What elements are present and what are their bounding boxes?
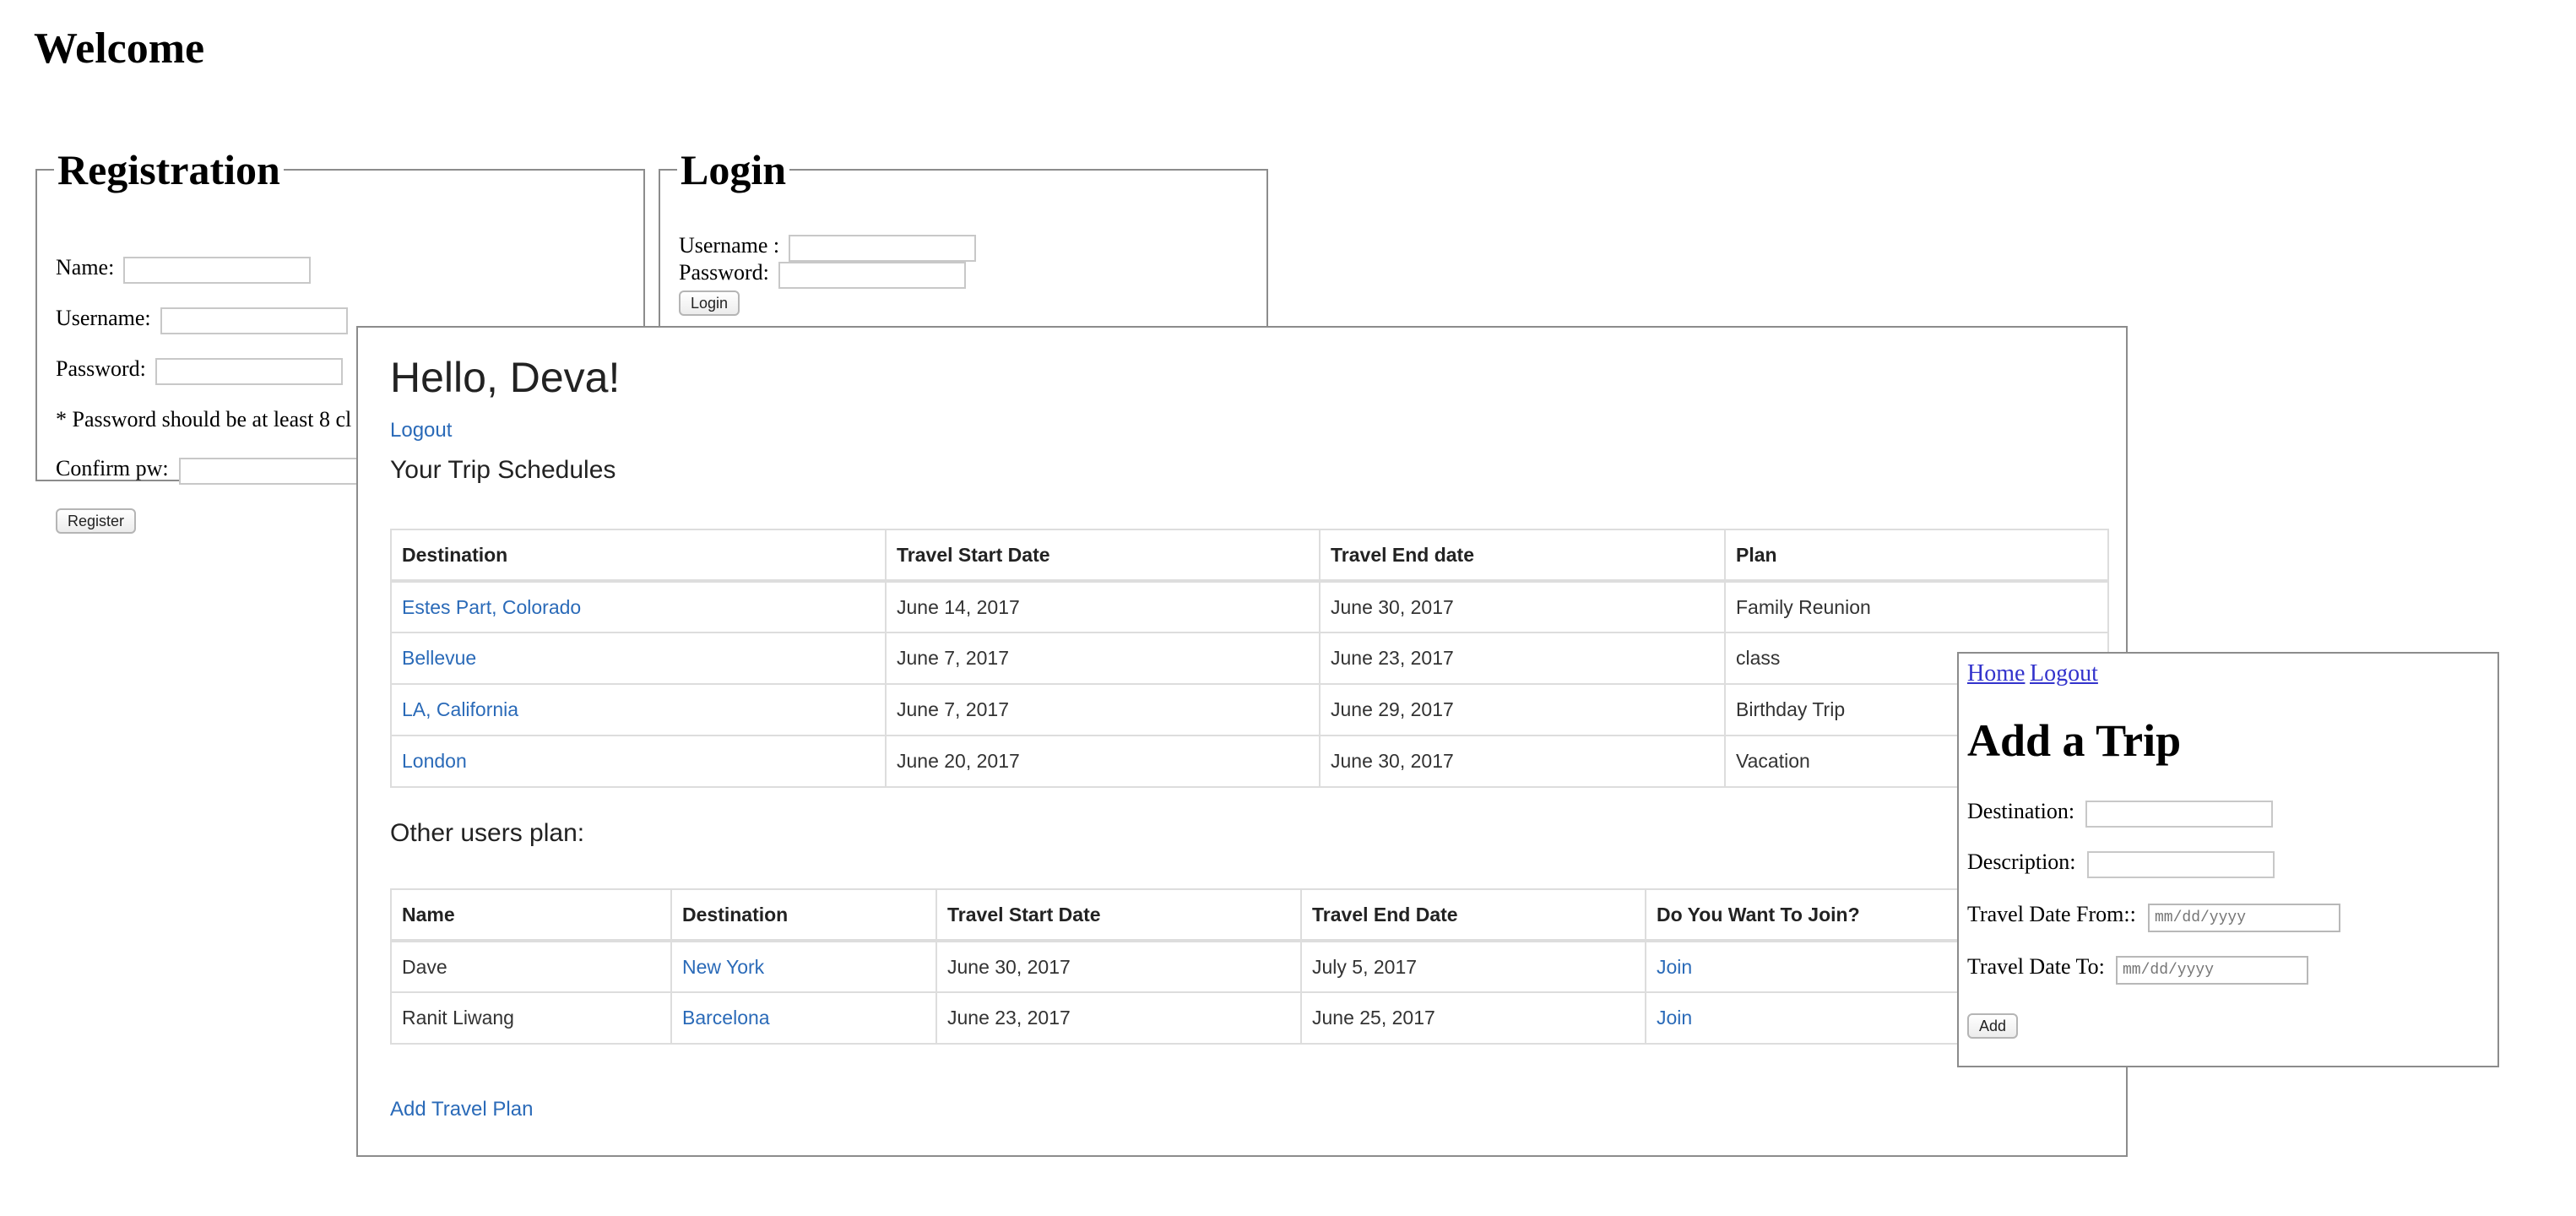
login-username-input[interactable] xyxy=(789,235,976,262)
table-row: London June 20, 2017 June 30, 2017 Vacat… xyxy=(390,735,2109,788)
trips-col-plan: Plan xyxy=(1724,529,2109,583)
end-date: July 5, 2017 xyxy=(1300,940,1646,993)
destination-link[interactable]: Estes Part, Colorado xyxy=(402,596,581,618)
trips-table: Destination Travel Start Date Travel End… xyxy=(390,529,2109,788)
user-name: Ranit Liwang xyxy=(390,991,672,1045)
reg-name-input[interactable] xyxy=(123,257,311,284)
trips-header-row: Destination Travel Start Date Travel End… xyxy=(390,529,2109,583)
end-date: June 30, 2017 xyxy=(1319,735,1726,788)
date-to-input[interactable] xyxy=(2116,956,2308,985)
reg-name-label: Name: xyxy=(56,255,115,280)
reg-username-label: Username: xyxy=(56,306,151,330)
reg-password-note: * Password should be at least 8 cl xyxy=(56,407,352,432)
others-heading: Other users plan: xyxy=(390,819,585,847)
login-button[interactable]: Login xyxy=(679,290,740,316)
trips-col-destination: Destination xyxy=(390,529,887,583)
start-date: June 14, 2017 xyxy=(885,580,1321,633)
table-row: Estes Part, Colorado June 14, 2017 June … xyxy=(390,580,2109,633)
join-link[interactable]: Join xyxy=(1657,1007,1692,1029)
others-col-name: Name xyxy=(390,888,672,942)
others-header-row: Name Destination Travel Start Date Trave… xyxy=(390,888,2109,942)
reg-confirm-input[interactable] xyxy=(179,458,366,485)
destination-input[interactable] xyxy=(2085,801,2273,828)
table-row: Bellevue June 7, 2017 June 23, 2017 clas… xyxy=(390,632,2109,685)
others-col-destination: Destination xyxy=(670,888,937,942)
greeting: Hello, Deva! xyxy=(390,354,621,401)
join-link[interactable]: Join xyxy=(1657,956,1692,978)
reg-password-input[interactable] xyxy=(155,358,343,385)
trips-col-start: Travel Start Date xyxy=(885,529,1321,583)
login-password-label: Password: xyxy=(679,260,769,285)
reg-username-input[interactable] xyxy=(160,307,348,334)
date-from-label: Travel Date From:: xyxy=(1967,902,2136,926)
login-password-input[interactable] xyxy=(778,262,966,289)
end-date: June 23, 2017 xyxy=(1319,632,1726,685)
reg-password-label: Password: xyxy=(56,356,146,381)
add-trip-logout-link[interactable]: Logout xyxy=(2030,660,2098,687)
add-travel-plan-link[interactable]: Add Travel Plan xyxy=(390,1098,533,1121)
others-col-start: Travel Start Date xyxy=(935,888,1302,942)
start-date: June 20, 2017 xyxy=(885,735,1321,788)
trips-heading: Your Trip Schedules xyxy=(390,456,616,484)
destination-link[interactable]: Barcelona xyxy=(682,1007,770,1029)
add-button[interactable]: Add xyxy=(1967,1013,2019,1039)
start-date: June 7, 2017 xyxy=(885,683,1321,736)
others-col-end: Travel End Date xyxy=(1300,888,1646,942)
login-legend: Login xyxy=(681,146,787,193)
end-date: June 29, 2017 xyxy=(1319,683,1726,736)
date-to-label: Travel Date To: xyxy=(1967,954,2105,979)
dashboard-logout-link[interactable]: Logout xyxy=(390,419,452,442)
destination-link[interactable]: London xyxy=(402,750,467,772)
table-row: Dave New York June 30, 2017 July 5, 2017… xyxy=(390,940,2109,993)
registration-legend: Registration xyxy=(57,146,280,193)
user-name: Dave xyxy=(390,940,672,993)
table-row: Ranit Liwang Barcelona June 23, 2017 Jun… xyxy=(390,991,2109,1045)
login-username-label: Username : xyxy=(679,233,780,258)
table-row: LA, California June 7, 2017 June 29, 201… xyxy=(390,683,2109,736)
end-date: June 25, 2017 xyxy=(1300,991,1646,1045)
reg-confirm-label: Confirm pw: xyxy=(56,456,169,480)
description-input[interactable] xyxy=(2087,851,2275,878)
destination-label: Destination: xyxy=(1967,799,2075,823)
end-date: June 30, 2017 xyxy=(1319,580,1726,633)
dashboard-window: Hello, Deva! Logout Your Trip Schedules … xyxy=(356,326,2128,1157)
register-button[interactable]: Register xyxy=(56,508,137,534)
destination-link[interactable]: LA, California xyxy=(402,698,518,720)
add-trip-title: Add a Trip xyxy=(1967,715,2182,766)
home-link[interactable]: Home xyxy=(1967,660,2025,687)
plan: Family Reunion xyxy=(1724,580,2109,633)
description-label: Description: xyxy=(1967,850,2076,874)
destination-link[interactable]: Bellevue xyxy=(402,647,476,669)
add-trip-window: Home Logout Add a Trip Destination: Desc… xyxy=(1957,652,2499,1067)
others-table: Name Destination Travel Start Date Trave… xyxy=(390,888,2109,1045)
destination-link[interactable]: New York xyxy=(682,956,764,978)
trips-col-end: Travel End date xyxy=(1319,529,1726,583)
start-date: June 23, 2017 xyxy=(935,991,1302,1045)
start-date: June 30, 2017 xyxy=(935,940,1302,993)
start-date: June 7, 2017 xyxy=(885,632,1321,685)
date-from-input[interactable] xyxy=(2148,904,2340,932)
welcome-title: Welcome xyxy=(34,24,205,73)
